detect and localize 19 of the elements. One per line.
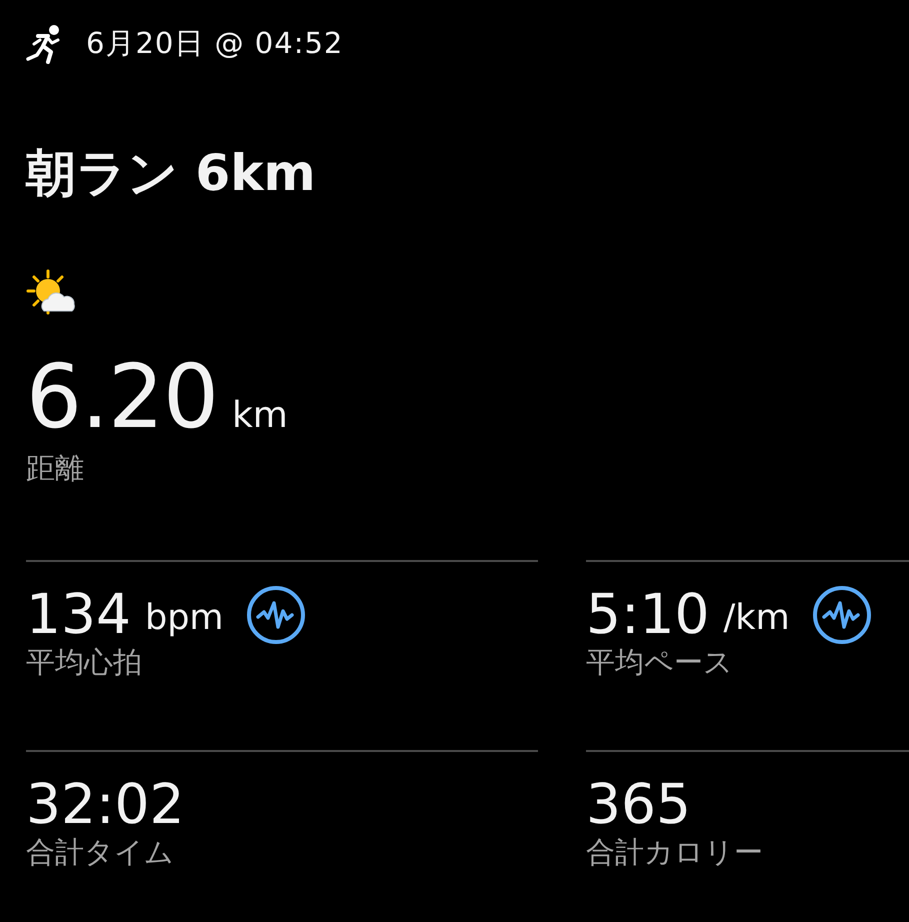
stat-label: 平均ペース xyxy=(586,644,734,680)
stat-value: 365 xyxy=(586,774,691,835)
distance-label: 距離 xyxy=(26,450,85,486)
stat-unit: /km xyxy=(724,597,790,640)
stat-unit: bpm xyxy=(144,597,224,640)
running-icon xyxy=(26,24,62,64)
pulse-icon[interactable] xyxy=(812,584,872,645)
stat-label: 平均心拍 xyxy=(26,644,143,680)
distance-unit: km xyxy=(232,394,288,438)
stat-value: 5:10 xyxy=(586,584,710,645)
stat-value: 134 xyxy=(26,584,131,645)
stat-label: 合計タイム xyxy=(26,834,175,870)
stat-value: 32:02 xyxy=(26,774,185,835)
activity-title: 朝ラン 6km xyxy=(26,146,317,200)
weather-icon xyxy=(26,268,78,316)
activity-date: 6月20日 @ 04:52 xyxy=(86,25,344,62)
stat-label: 合計カロリー xyxy=(586,834,764,870)
pulse-icon[interactable] xyxy=(246,584,306,645)
distance-value: 6.20 xyxy=(26,352,218,440)
